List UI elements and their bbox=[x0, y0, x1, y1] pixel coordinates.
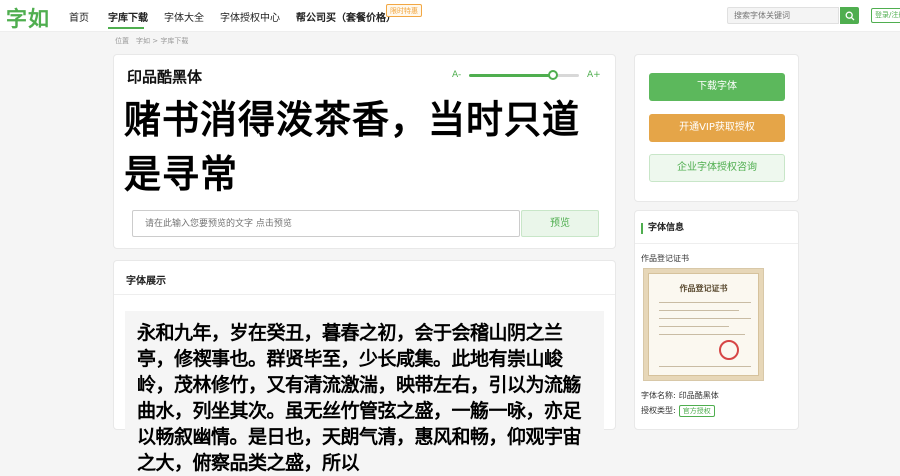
certificate-text-line bbox=[659, 310, 739, 311]
certificate-text-line bbox=[659, 326, 729, 327]
increase-size-button[interactable]: A+ bbox=[587, 70, 601, 80]
size-slider-fill[interactable] bbox=[469, 74, 557, 77]
certificate-text-line bbox=[659, 318, 751, 319]
font-info-panel: 字体信息 作品登记证书 作品登记证书 字体名称: 印品酷黑体 授权类型: 官方授权 bbox=[634, 210, 799, 430]
showcase-sample-box: 永和九年，岁在癸丑，暮春之初，会于会稽山阴之兰亭，修禊事也。群贤毕至，少长咸集。… bbox=[125, 311, 604, 474]
showcase-title: 字体展示 bbox=[126, 276, 166, 287]
login-register-button[interactable]: 登录/注册 bbox=[871, 8, 900, 23]
site-logo[interactable]: 字如 bbox=[6, 3, 50, 33]
vip-license-button[interactable]: 开通VIP获取授权 bbox=[649, 114, 785, 142]
nav-company-purchase[interactable]: 帮公司买（套餐价格） bbox=[296, 9, 396, 24]
certificate-text-line bbox=[659, 334, 745, 335]
search-button[interactable] bbox=[840, 7, 859, 24]
certificate-text-line bbox=[659, 366, 751, 367]
breadcrumb: 位置 字如 > 字库下载 bbox=[115, 37, 189, 45]
download-actions-panel: 下载字体 开通VIP获取授权 企业字体授权咨询 bbox=[634, 54, 799, 202]
nav-font-collection[interactable]: 字体大全 bbox=[164, 9, 204, 24]
divider bbox=[114, 294, 615, 295]
active-nav-indicator bbox=[108, 27, 144, 29]
search-icon bbox=[845, 11, 854, 20]
font-name-label: 字体名称: bbox=[641, 391, 676, 400]
download-font-button[interactable]: 下载字体 bbox=[649, 73, 785, 101]
nav-home[interactable]: 首页 bbox=[69, 9, 89, 24]
certificate-document: 作品登记证书 bbox=[648, 273, 759, 376]
nav-font-download[interactable]: 字库下载 bbox=[108, 9, 148, 24]
license-type-badge: 官方授权 bbox=[678, 405, 715, 417]
size-slider-track[interactable] bbox=[557, 74, 579, 77]
preview-button[interactable]: 预览 bbox=[521, 210, 599, 237]
certificate-text-line bbox=[659, 302, 751, 303]
size-slider-handle[interactable] bbox=[548, 70, 558, 80]
certificate-label: 作品登记证书 bbox=[641, 254, 689, 263]
font-showcase-panel: 字体展示 永和九年，岁在癸丑，暮春之初，会于会稽山阴之兰亭，修禊事也。群贤毕至，… bbox=[113, 260, 616, 474]
certificate-heading: 作品登记证书 bbox=[679, 284, 728, 293]
font-preview-panel: 印品酷黑体 A- A+ 赌书消得泼茶香，当时只道是寻常 预览 bbox=[113, 54, 616, 249]
font-name-row: 字体名称: 印品酷黑体 bbox=[641, 390, 719, 401]
red-seal-icon bbox=[719, 340, 739, 360]
preview-text-input[interactable] bbox=[132, 210, 520, 237]
limited-offer-badge: 限时特惠 bbox=[386, 4, 422, 17]
top-navigation-bar: 字如 首页 字库下载 字体大全 字体授权中心 帮公司买（套餐价格） 限时特惠 登… bbox=[0, 0, 900, 32]
decrease-size-button[interactable]: A- bbox=[452, 70, 461, 80]
showcase-sample-text: 永和九年，岁在癸丑，暮春之初，会于会稽山阴之兰亭，修禊事也。群贤毕至，少长咸集。… bbox=[137, 322, 582, 474]
font-name-value: 印品酷黑体 bbox=[678, 391, 719, 400]
nav-license-center[interactable]: 字体授权中心 bbox=[220, 9, 280, 24]
business-license-button[interactable]: 企业字体授权咨询 bbox=[649, 154, 785, 182]
search-input[interactable] bbox=[727, 7, 839, 24]
font-info-title: 字体信息 bbox=[641, 223, 684, 234]
font-name-title: 印品酷黑体 bbox=[127, 68, 203, 86]
license-type-row: 授权类型: 官方授权 bbox=[641, 405, 715, 417]
license-type-label: 授权类型: bbox=[641, 406, 676, 415]
divider bbox=[635, 243, 798, 244]
font-preview-sample: 赌书消得泼茶香，当时只道是寻常 bbox=[124, 97, 580, 197]
registration-certificate-image[interactable]: 作品登记证书 bbox=[643, 268, 764, 381]
